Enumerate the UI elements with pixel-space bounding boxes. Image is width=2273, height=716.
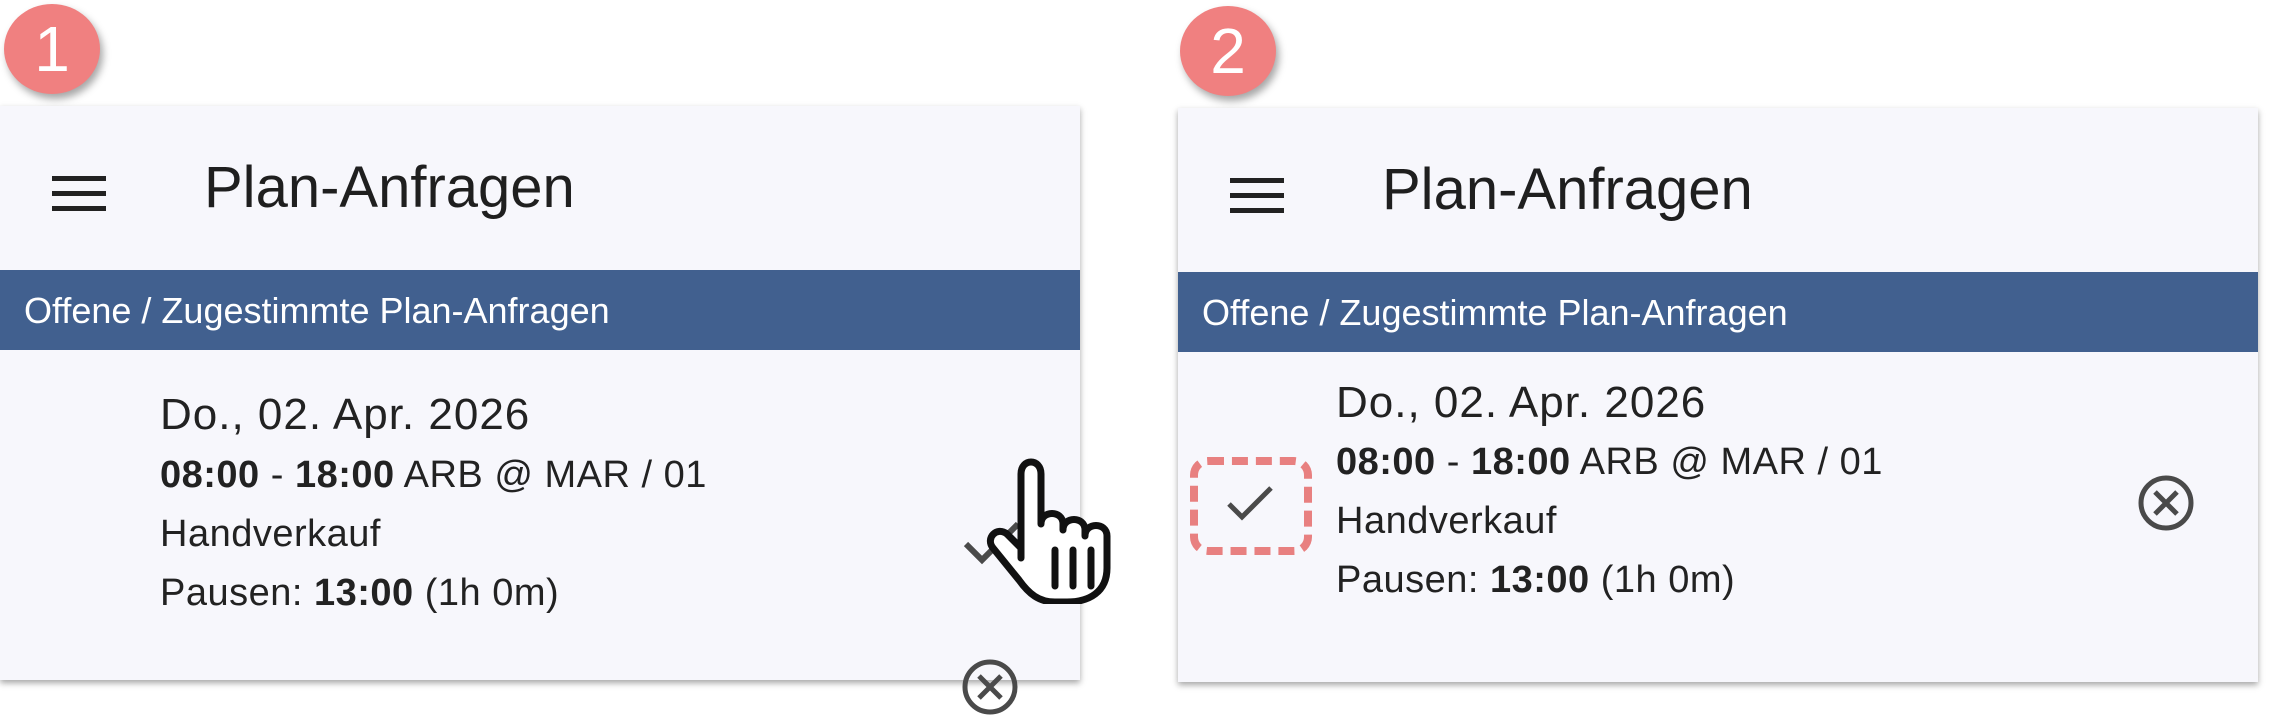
pointing-hand-cursor-icon [986,458,1111,604]
request-activity: Handverkauf [1336,500,1557,542]
step-badge-1: 1 [4,4,100,94]
request-date: Do., 02. Apr. 2026 [160,390,531,439]
request-date: Do., 02. Apr. 2026 [1336,378,1707,427]
app-bar: Plan-Anfragen [0,106,1080,270]
plan-requests-screen-step-2: Plan-Anfragen Offene / Zugestimmte Plan-… [1178,108,2258,682]
request-break: Pausen: 13:00 (1h 0m) [1336,559,1735,602]
break-time: 13:00 [314,572,414,614]
plan-request-item[interactable]: Do., 02. Apr. 2026 08:00 - 18:00 ARB @ M… [0,350,1080,715]
request-break: Pausen: 13:00 (1h 0m) [160,572,559,615]
cancel-circle-icon[interactable] [2137,474,2195,532]
break-time: 13:00 [1490,559,1590,601]
cancel-circle-icon[interactable] [961,658,1019,716]
time-separator: - [1435,441,1471,483]
section-header: Offene / Zugestimmte Plan-Anfragen [1178,272,2258,352]
section-label: Offene / Zugestimmte Plan-Anfragen [1202,292,1788,333]
time-end: 18:00 [1470,441,1571,483]
break-duration: (1h 0m) [1589,559,1736,601]
section-header: Offene / Zugestimmte Plan-Anfragen [0,270,1080,350]
section-label: Offene / Zugestimmte Plan-Anfragen [24,290,610,331]
plan-request-item[interactable]: Do., 02. Apr. 2026 08:00 - 18:00 ARB @ M… [1178,352,2258,682]
time-start: 08:00 [160,454,260,496]
break-duration: (1h 0m) [413,572,560,614]
request-location: ARB @ MAR / 01 [394,454,707,496]
request-time-location: 08:00 - 18:00 ARB @ MAR / 01 [1336,441,1883,484]
page-title: Plan-Anfragen [1382,157,1753,222]
menu-icon[interactable] [52,176,106,212]
app-bar: Plan-Anfragen [1178,108,2258,272]
plan-requests-screen-step-1: Plan-Anfragen Offene / Zugestimmte Plan-… [0,106,1080,715]
page-title: Plan-Anfragen [204,155,575,220]
check-icon[interactable] [1226,484,1274,522]
request-time-location: 08:00 - 18:00 ARB @ MAR / 01 [160,454,707,497]
request-activity: Handverkauf [160,513,381,555]
break-label: Pausen: [160,572,314,614]
time-separator: - [259,454,295,496]
menu-icon[interactable] [1230,178,1284,214]
break-label: Pausen: [1336,559,1490,601]
step-badge-2: 2 [1180,6,1276,96]
time-start: 08:00 [1336,441,1436,483]
time-end: 18:00 [294,454,395,496]
request-location: ARB @ MAR / 01 [1570,441,1883,483]
